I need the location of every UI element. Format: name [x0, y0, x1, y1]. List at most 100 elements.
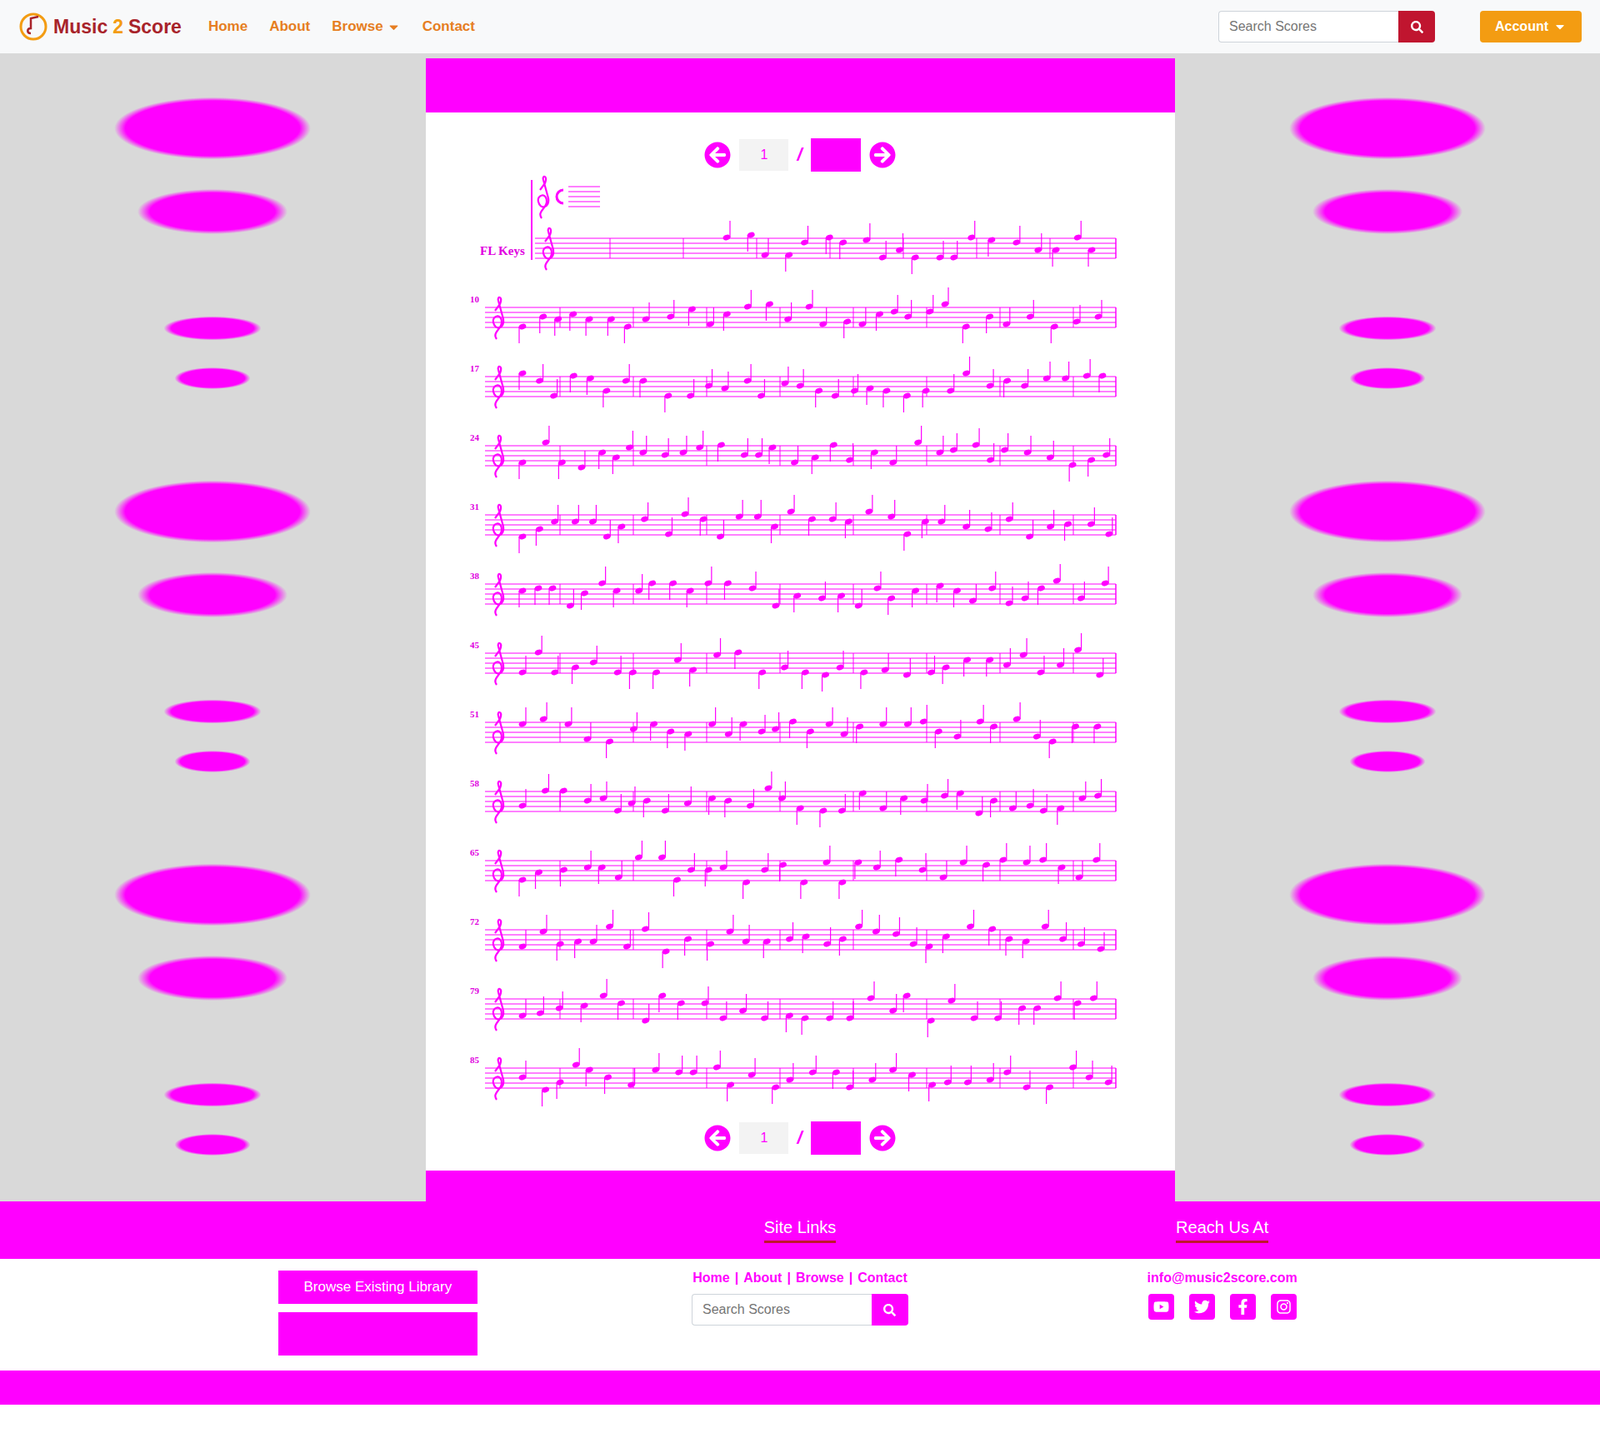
note [707, 794, 717, 815]
footer-search [691, 1294, 909, 1326]
note [734, 500, 744, 521]
footer-link[interactable]: About [743, 1270, 782, 1286]
footer: Site LinksReach Us AtBrowse Existing Lib… [0, 1201, 1600, 1405]
note [715, 520, 725, 541]
note [1050, 245, 1060, 267]
note [557, 458, 567, 480]
footer-search-button[interactable] [871, 1294, 909, 1326]
note [810, 453, 820, 475]
note [716, 440, 726, 462]
arrow-right-icon [869, 1125, 896, 1152]
social-link[interactable] [1189, 1294, 1215, 1320]
instagram-icon [1275, 1299, 1292, 1315]
note [1045, 510, 1055, 531]
treble-clef-icon [492, 781, 503, 824]
page-input[interactable]: 1 [739, 1122, 789, 1155]
note [785, 1011, 795, 1033]
staff: 24 [470, 425, 1116, 482]
note [1068, 1050, 1078, 1072]
note [935, 435, 945, 457]
note [1089, 981, 1099, 1003]
treble-clef-icon [492, 712, 503, 755]
note [538, 312, 548, 334]
note [585, 374, 595, 395]
nav-link[interactable]: About [269, 18, 310, 35]
note [770, 712, 780, 734]
note [698, 515, 708, 536]
note [1095, 932, 1105, 954]
search-button[interactable] [1398, 10, 1435, 43]
note [1002, 648, 1012, 670]
social-link[interactable] [1230, 1294, 1256, 1320]
facebook-icon [1235, 1299, 1251, 1315]
note [756, 379, 766, 400]
note [881, 386, 891, 408]
measure-number: 85 [470, 1055, 480, 1065]
note [550, 505, 560, 526]
email-link[interactable]: info@music2score.com [1147, 1270, 1298, 1286]
next-page-button[interactable] [869, 1125, 896, 1152]
account-button[interactable]: Account [1480, 10, 1582, 43]
note [745, 230, 755, 252]
arrow-right-icon [869, 141, 896, 169]
prev-page-button[interactable] [704, 141, 731, 169]
note [616, 522, 626, 544]
note [919, 784, 929, 805]
footer-link[interactable]: Home [692, 1270, 730, 1286]
note [626, 1068, 636, 1090]
note [987, 571, 997, 593]
search-input[interactable] [1218, 10, 1399, 43]
note [965, 910, 975, 931]
note [1074, 860, 1084, 882]
note [946, 984, 956, 1005]
note [535, 364, 545, 385]
footer-link[interactable]: Browse [795, 1270, 845, 1286]
note [870, 448, 880, 470]
note [974, 796, 984, 818]
note [910, 253, 920, 275]
note [831, 1068, 841, 1090]
footer-button[interactable] [278, 1312, 478, 1356]
note [941, 932, 951, 954]
next-page-button[interactable] [869, 141, 896, 169]
note [872, 571, 882, 593]
note [770, 1083, 780, 1105]
nav-link[interactable]: Browse [331, 18, 400, 35]
footer-link[interactable]: Contact [857, 1270, 908, 1286]
note [584, 315, 594, 336]
footer-search-input[interactable] [691, 1294, 872, 1326]
staff: 10 [470, 287, 1116, 344]
page-input[interactable]: 1 [739, 139, 789, 171]
note [1011, 702, 1021, 724]
note [1038, 843, 1048, 865]
note [949, 240, 959, 262]
treble-clef-icon [492, 920, 503, 962]
note [933, 727, 943, 749]
note [549, 379, 559, 400]
note [534, 868, 544, 890]
note [582, 784, 592, 805]
note [902, 707, 912, 729]
social-link[interactable] [1270, 1294, 1297, 1320]
note [918, 705, 928, 726]
note [940, 287, 950, 309]
note [837, 878, 847, 900]
brand[interactable]: Music2Score [18, 11, 182, 42]
note [573, 937, 583, 959]
nav-link[interactable]: Contact [422, 18, 475, 35]
nav-link[interactable]: Home [208, 18, 248, 35]
note [989, 722, 999, 744]
note [1091, 843, 1101, 865]
note [517, 789, 527, 810]
footer-button[interactable]: Browse Existing Library [278, 1270, 478, 1305]
note [601, 520, 611, 541]
note [554, 991, 564, 1013]
instrument-label: FL Keys [480, 244, 525, 258]
note [807, 1055, 817, 1077]
note [818, 806, 828, 828]
note [960, 322, 970, 344]
social-link[interactable] [1148, 1294, 1175, 1320]
note [777, 781, 787, 803]
prev-page-button[interactable] [704, 1125, 731, 1152]
page-total [810, 1121, 861, 1155]
